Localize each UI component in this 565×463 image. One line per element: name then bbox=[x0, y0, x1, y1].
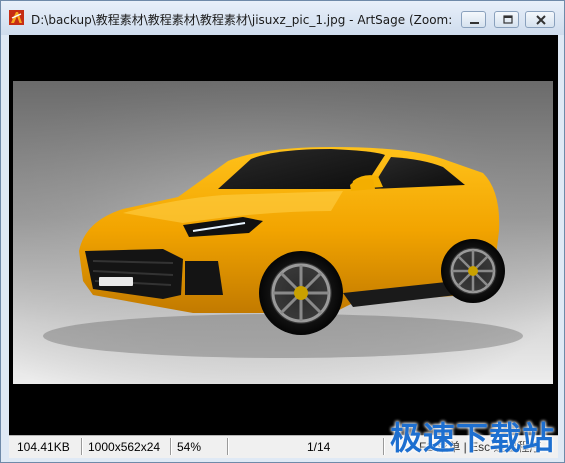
restore-icon bbox=[503, 15, 513, 24]
watermark-logo: 极速下载站 bbox=[390, 419, 556, 457]
page-indicator: 1/14 bbox=[307, 440, 331, 454]
car-photo[interactable] bbox=[13, 81, 553, 384]
minimize-icon bbox=[470, 22, 479, 24]
image-dimensions: 1000x562x24 bbox=[88, 440, 161, 454]
window-title: D:\backup\教程素材\教程素材\教程素材\jisuxz_pic_1.jp… bbox=[31, 13, 453, 27]
status-divider bbox=[81, 438, 82, 455]
zoom-level: 54% bbox=[177, 440, 202, 454]
restore-button[interactable] bbox=[494, 11, 519, 28]
artsage-app-icon bbox=[9, 10, 24, 25]
status-divider bbox=[227, 438, 228, 455]
file-size: 104.41KB bbox=[17, 440, 70, 454]
status-divider bbox=[383, 438, 384, 455]
close-button[interactable] bbox=[525, 11, 555, 28]
minimize-button[interactable] bbox=[461, 11, 486, 28]
title-bar[interactable]: D:\backup\教程素材\教程素材\教程素材\jisuxz_pic_1.jp… bbox=[1, 1, 564, 35]
close-icon bbox=[536, 15, 546, 25]
app-window: D:\backup\教程素材\教程素材\教程素材\jisuxz_pic_1.jp… bbox=[0, 0, 565, 463]
image-viewport[interactable] bbox=[9, 35, 558, 435]
status-divider bbox=[170, 438, 171, 455]
